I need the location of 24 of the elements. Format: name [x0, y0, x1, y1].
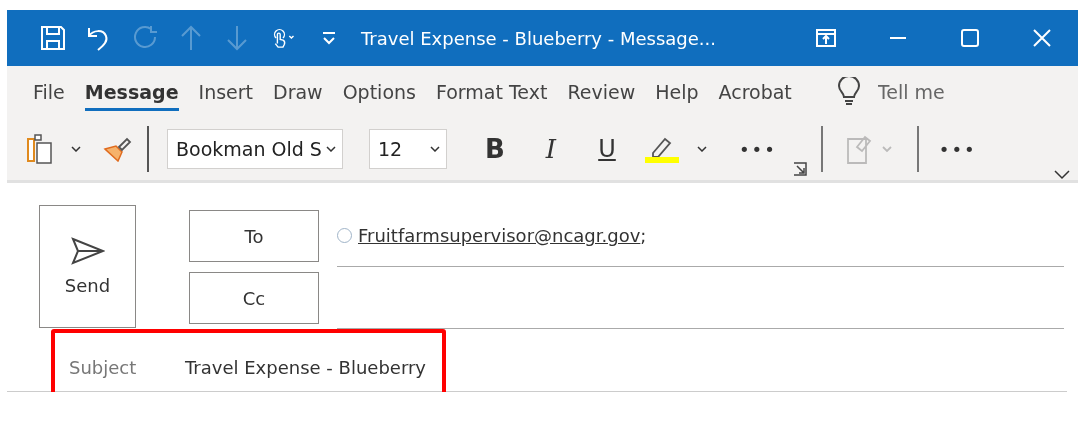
window-title: Travel Expense - Blueberry - Message...: [361, 27, 717, 49]
send-button[interactable]: Send: [39, 205, 136, 328]
tell-me-field[interactable]: Tell me: [875, 80, 964, 104]
ribbon-tab[interactable]: Acrobat: [718, 77, 804, 107]
ribbon-tab[interactable]: Options: [342, 77, 428, 107]
ribbon-tab[interactable]: Draw: [273, 77, 335, 107]
subject-field[interactable]: Travel Expense - Blueberry: [185, 356, 427, 378]
ribbon-tab[interactable]: File: [33, 77, 77, 107]
underline-button[interactable]: U: [579, 134, 635, 164]
recipient-separator: ;: [640, 225, 647, 246]
font-name-dropdown[interactable]: Bookman Old S: [167, 129, 343, 169]
to-button[interactable]: To: [189, 210, 319, 262]
ribbon-tab[interactable]: Review: [567, 77, 648, 107]
subject-label: Subject: [69, 356, 138, 378]
more-button[interactable]: •••: [932, 137, 983, 161]
cc-button[interactable]: Cc: [189, 272, 319, 324]
font-size-dropdown[interactable]: 12: [369, 129, 447, 169]
ribbon-tab[interactable]: Insert: [198, 77, 266, 107]
italic-button[interactable]: I: [523, 133, 579, 165]
recipient-link[interactable]: Fruitfarmsupervisor@ncagr.gov: [358, 225, 641, 246]
bold-button[interactable]: B: [467, 133, 523, 165]
ribbon-tab[interactable]: Help: [655, 77, 711, 107]
more-button[interactable]: •••: [733, 137, 783, 161]
ribbon-tab[interactable]: Format Text: [435, 77, 560, 107]
